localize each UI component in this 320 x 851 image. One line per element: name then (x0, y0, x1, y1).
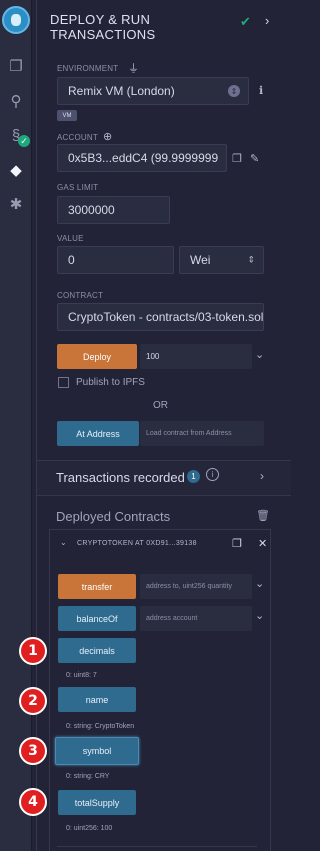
gas-limit-input[interactable]: 3000000 (57, 196, 170, 224)
symbol-button[interactable]: symbol (55, 737, 139, 765)
transactions-recorded-label: Transactions recorded (56, 470, 185, 485)
deploy-run-icon[interactable]: ◆ (6, 160, 26, 180)
divider (57, 846, 257, 847)
search-icon[interactable]: ⚲ (6, 91, 26, 111)
panel-title-line1: DEPLOY & RUN (50, 12, 151, 27)
chevron-down-icon[interactable]: ⌄ (255, 609, 264, 622)
publish-ipfs-label: Publish to IPFS (76, 377, 145, 388)
publish-ipfs-checkbox[interactable] (58, 377, 69, 388)
balanceof-button[interactable]: balanceOf (58, 606, 136, 631)
annotation-marker-4: 4 (19, 788, 47, 816)
chevron-right-icon[interactable]: › (260, 469, 264, 483)
compile-success-icon: ✓ (18, 135, 30, 147)
name-button[interactable]: name (58, 687, 136, 712)
chevron-right-icon[interactable]: › (265, 13, 269, 28)
value-input[interactable]: 0 (57, 246, 174, 274)
environment-select[interactable]: Remix VM (London) ⇕ (57, 77, 249, 105)
info-icon[interactable]: i (206, 468, 219, 481)
value-unit-select[interactable]: Wei ⇕ (179, 246, 264, 274)
account-select[interactable]: 0x5B3...eddC4 (99.9999999 (57, 144, 227, 172)
trash-icon[interactable]: 🗑 (256, 509, 270, 522)
transfer-input[interactable]: address to, uint256 quantity (140, 574, 252, 599)
annotation-marker-2: 2 (19, 687, 47, 715)
instance-name: CRYPTOTOKEN AT 0XD91...39138 (77, 540, 197, 547)
close-icon[interactable]: ✕ (258, 537, 267, 550)
select-arrows-icon: ⇕ (228, 85, 240, 97)
select-arrows-icon: ⇕ (247, 254, 255, 265)
environment-value: Remix VM (London) (68, 84, 175, 98)
gas-limit-value: 3000000 (68, 203, 115, 217)
info-icon[interactable]: ℹ (259, 84, 263, 97)
at-address-input[interactable]: Load contract from Address (140, 421, 264, 446)
panel-title: DEPLOY & RUN TRANSACTIONS (50, 12, 210, 42)
totalsupply-button[interactable]: totalSupply (58, 790, 136, 815)
deploy-button[interactable]: Deploy (57, 344, 137, 369)
file-explorer-icon[interactable]: ❐ (6, 56, 26, 76)
annotation-marker-1: 1 (19, 637, 47, 665)
or-separator: OR (153, 400, 168, 411)
value-label: VALUE (57, 234, 84, 243)
at-address-button[interactable]: At Address (57, 421, 139, 446)
deployed-contracts-label: Deployed Contracts (56, 509, 171, 524)
plug-icon[interactable]: ⏚ (128, 60, 139, 76)
icon-sidebar: ❐ ⚲ § ✓ ◆ ✱ (0, 0, 32, 851)
annotation-marker-3: 3 (19, 737, 47, 765)
contract-label: CONTRACT (57, 291, 104, 300)
value-unit: Wei (190, 253, 211, 267)
transfer-button[interactable]: transfer (58, 574, 136, 599)
copy-icon[interactable]: ❐ (232, 537, 242, 550)
symbol-result: 0: string: CRY (66, 773, 110, 780)
transactions-count-badge: 1 (187, 470, 200, 483)
name-result: 0: string: CryptoToken (66, 723, 135, 730)
balanceof-input[interactable]: address account (140, 606, 252, 631)
checkmark-icon: ✔ (240, 14, 251, 29)
contract-select[interactable]: CryptoToken - contracts/03-token.sol (57, 303, 264, 331)
chevron-down-icon[interactable]: ⌄ (60, 538, 67, 547)
copy-icon[interactable]: ❐ (232, 152, 242, 165)
edit-icon[interactable]: ✎ (250, 152, 259, 165)
account-value: 0x5B3...eddC4 (99.9999999 (68, 151, 219, 165)
totalsupply-result: 0: uint256: 100 (66, 825, 113, 832)
debugger-icon[interactable]: ✱ (6, 194, 26, 214)
deploy-param-input[interactable]: 100 (140, 344, 252, 369)
account-label: ACCOUNT (57, 133, 98, 142)
remix-logo-icon[interactable] (2, 6, 30, 34)
contract-value: CryptoToken - contracts/03-token.sol (68, 310, 264, 324)
panel-title-line2: TRANSACTIONS (50, 27, 156, 42)
chevron-down-icon[interactable]: ⌄ (255, 577, 264, 590)
gas-limit-label: GAS LIMIT (57, 183, 99, 192)
environment-label: ENVIRONMENT (57, 64, 119, 73)
decimals-button[interactable]: decimals (58, 638, 136, 663)
chevron-down-icon[interactable]: ⌄ (255, 348, 264, 361)
decimals-result: 0: uint8: 7 (66, 672, 97, 679)
vm-badge: VM (57, 110, 77, 121)
add-account-icon[interactable]: ⊕ (103, 130, 112, 143)
value-amount: 0 (68, 253, 75, 267)
